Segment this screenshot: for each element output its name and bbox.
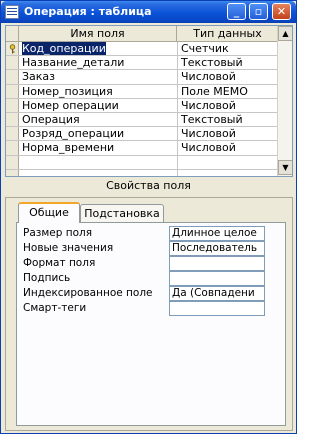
row-selector[interactable] bbox=[6, 127, 19, 141]
property-row: Подпись bbox=[19, 271, 275, 286]
row-selector[interactable] bbox=[6, 42, 19, 56]
grid-header: Имя поля Тип данных bbox=[6, 26, 278, 42]
field-name-cell[interactable]: Номер_позиция bbox=[22, 85, 175, 98]
field-name-cell[interactable]: Операция bbox=[22, 113, 175, 126]
property-value[interactable] bbox=[169, 271, 265, 286]
property-label: Подпись bbox=[23, 272, 71, 284]
table-row[interactable]: Номер_позиция Поле MEMO bbox=[6, 84, 278, 99]
scroll-up-icon[interactable]: ▲ bbox=[278, 26, 292, 41]
field-name-cell[interactable]: Код_операции bbox=[22, 42, 175, 55]
window-title: Операция : таблица bbox=[24, 5, 152, 18]
property-row: Формат поля bbox=[19, 256, 275, 271]
table-row[interactable]: Операция Текстовый bbox=[6, 112, 278, 128]
primary-key-icon bbox=[9, 44, 16, 54]
row-selector[interactable] bbox=[6, 84, 19, 98]
field-properties-label: Свойства поля bbox=[106, 179, 191, 192]
general-tab-panel: Размер поля Длинное целое Новые значения… bbox=[16, 222, 286, 426]
property-value[interactable]: Последователь bbox=[169, 241, 265, 256]
data-type-cell[interactable]: Текстовый bbox=[177, 112, 278, 127]
title-bar[interactable]: Операция : таблица _ ▫ ✕ bbox=[1, 1, 296, 23]
data-type-cell[interactable] bbox=[177, 155, 278, 169]
table-row[interactable]: Номер операции Числовой bbox=[6, 98, 278, 113]
row-selector[interactable] bbox=[6, 141, 19, 155]
property-value[interactable] bbox=[169, 256, 265, 271]
row-selector[interactable] bbox=[6, 155, 19, 169]
property-label: Смарт-теги bbox=[23, 302, 87, 314]
table-icon bbox=[5, 5, 19, 19]
field-name-text: Код_операции bbox=[22, 42, 106, 55]
row-selector[interactable] bbox=[6, 56, 19, 70]
row-selector[interactable] bbox=[6, 70, 19, 84]
scroll-down-icon[interactable]: ▼ bbox=[278, 160, 292, 175]
data-type-cell[interactable] bbox=[177, 169, 278, 176]
table-row[interactable] bbox=[6, 169, 278, 176]
field-name-cell[interactable]: Название_детали bbox=[22, 56, 175, 69]
row-selector[interactable] bbox=[6, 98, 19, 112]
table-row[interactable]: Розряд_операции Числовой bbox=[6, 127, 278, 142]
row-selector[interactable] bbox=[6, 169, 19, 176]
vertical-scrollbar[interactable]: ▲ ▼ bbox=[277, 26, 292, 176]
tab-lookup[interactable]: Подстановка bbox=[80, 204, 164, 222]
data-type-cell[interactable]: Счетчик bbox=[177, 42, 278, 56]
property-row: Новые значения Последователь bbox=[19, 241, 275, 256]
data-type-cell[interactable]: Числовой bbox=[177, 70, 278, 84]
property-row: Смарт-теги bbox=[19, 301, 275, 316]
field-grid: Имя поля Тип данных Код_операции Счетчик… bbox=[5, 25, 293, 177]
column-header-data-type[interactable]: Тип данных bbox=[177, 26, 278, 41]
property-value[interactable]: Длинное целое bbox=[169, 226, 265, 241]
row-selector-header bbox=[6, 26, 19, 41]
property-label: Формат поля bbox=[23, 257, 96, 269]
data-type-cell[interactable]: Поле MEMO bbox=[177, 84, 278, 98]
minimize-button[interactable]: _ bbox=[227, 3, 246, 20]
table-row[interactable]: Название_детали Текстовый bbox=[6, 56, 278, 71]
grid-rows: Код_операции Счетчик Название_детали Тек… bbox=[6, 42, 278, 176]
property-row: Индексированное поле Да (Совпадени bbox=[19, 286, 275, 301]
table-row[interactable]: Норма_времени Числовой bbox=[6, 141, 278, 156]
data-type-cell[interactable]: Числовой bbox=[177, 127, 278, 141]
data-type-cell[interactable]: Числовой bbox=[177, 98, 278, 112]
table-row[interactable]: Заказ Числовой bbox=[6, 70, 278, 85]
field-name-cell[interactable]: Норма_времени bbox=[22, 141, 175, 154]
table-design-window: Операция : таблица _ ▫ ✕ Имя поля Тип да… bbox=[0, 0, 297, 434]
row-selector[interactable] bbox=[6, 112, 19, 127]
property-row: Размер поля Длинное целое bbox=[19, 226, 275, 241]
property-value[interactable]: Да (Совпадени bbox=[169, 286, 265, 301]
data-type-cell[interactable]: Числовой bbox=[177, 141, 278, 155]
maximize-button[interactable]: ▫ bbox=[249, 3, 268, 20]
field-name-cell[interactable]: Номер операции bbox=[22, 99, 175, 112]
column-header-field-name[interactable]: Имя поля bbox=[19, 26, 177, 41]
data-type-cell[interactable]: Текстовый bbox=[177, 56, 278, 70]
tab-general[interactable]: Общие bbox=[18, 202, 80, 223]
field-name-cell[interactable]: Заказ bbox=[22, 70, 175, 83]
property-value[interactable] bbox=[169, 301, 265, 316]
property-label: Индексированное поле bbox=[23, 287, 153, 299]
field-name-cell[interactable]: Розряд_операции bbox=[22, 127, 175, 140]
property-label: Размер поля bbox=[23, 227, 93, 239]
table-row[interactable] bbox=[6, 155, 278, 170]
property-label: Новые значения bbox=[23, 242, 114, 254]
field-properties-panel: Общие Подстановка Размер поля Длинное це… bbox=[5, 197, 293, 431]
close-button[interactable]: ✕ bbox=[272, 3, 291, 20]
table-row[interactable]: Код_операции Счетчик bbox=[6, 42, 278, 57]
